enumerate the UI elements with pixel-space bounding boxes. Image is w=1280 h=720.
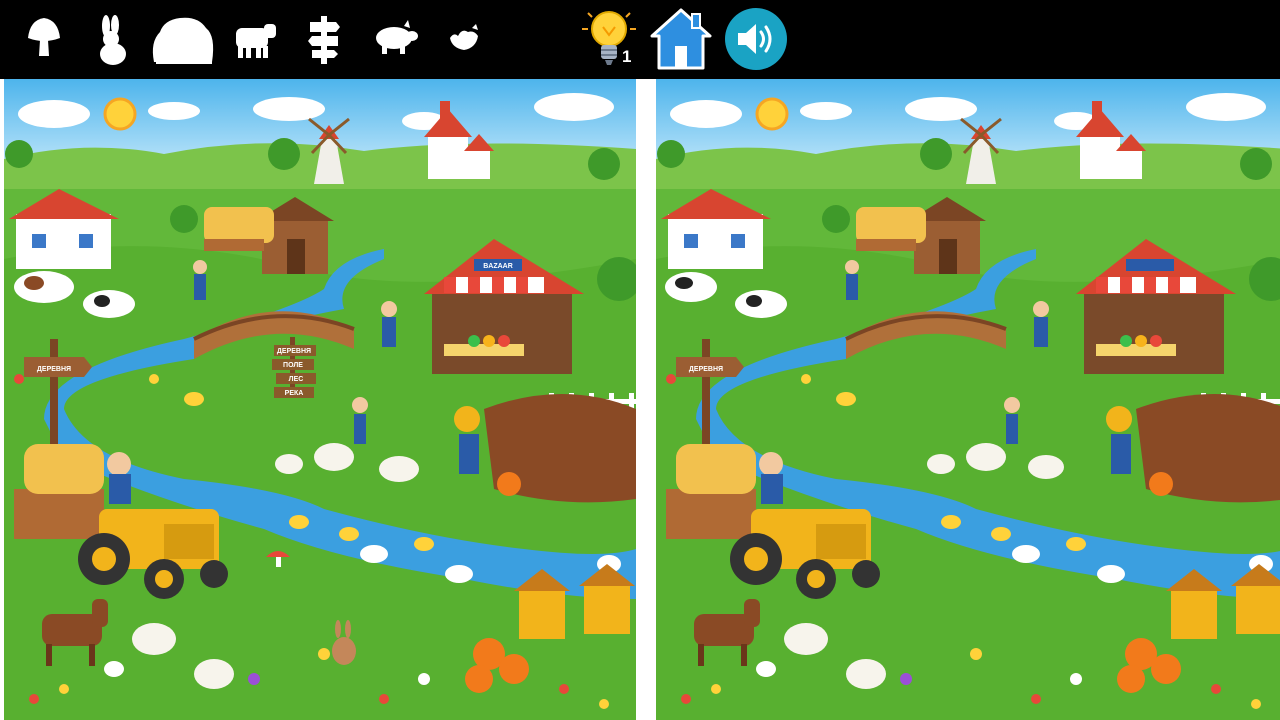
- signpost-label-1: ДЕРЕВНЯ: [277, 348, 311, 355]
- hay-bales: [856, 207, 926, 251]
- signpost-icon: [306, 14, 342, 66]
- speaker-icon: [725, 8, 787, 70]
- sun: [103, 97, 137, 131]
- hay-bales: [204, 207, 274, 251]
- panel-divider: [636, 79, 656, 720]
- sun: [755, 97, 789, 131]
- bird-icon: [446, 14, 482, 66]
- haystack-icon: [150, 14, 216, 66]
- sound-button[interactable]: [724, 7, 788, 71]
- signpost-label-2: ПОЛЕ: [283, 362, 303, 369]
- signpost-label-3: ЛЕС: [289, 376, 304, 383]
- top-toolbar: 1: [0, 0, 1280, 79]
- direction-signpost: ДЕРЕВНЯ ПОЛЕ ЛЕС РЕКА: [272, 337, 316, 398]
- mushroom-icon: [26, 14, 62, 66]
- home-icon: [650, 8, 712, 70]
- rabbit-icon: [96, 14, 130, 66]
- hint-count: 1: [622, 47, 632, 66]
- cow-icon: [230, 14, 278, 66]
- village-sign-text: ДЕРЕВНЯ: [37, 366, 71, 373]
- pig-icon: [370, 14, 420, 66]
- scene-left[interactable]: BAZAAR ДЕРЕВНЯ ДЕРЕВНЯ ПОЛЕ ЛЕС РЕКА: [4, 79, 636, 720]
- village-sign-text: ДЕРЕВНЯ: [689, 366, 723, 373]
- stall-sign-text: BAZAAR: [483, 263, 513, 270]
- home-button[interactable]: [648, 6, 714, 72]
- signpost-label-4: РЕКА: [285, 390, 304, 397]
- scene-right[interactable]: ДЕРЕВНЯ: [656, 79, 1280, 720]
